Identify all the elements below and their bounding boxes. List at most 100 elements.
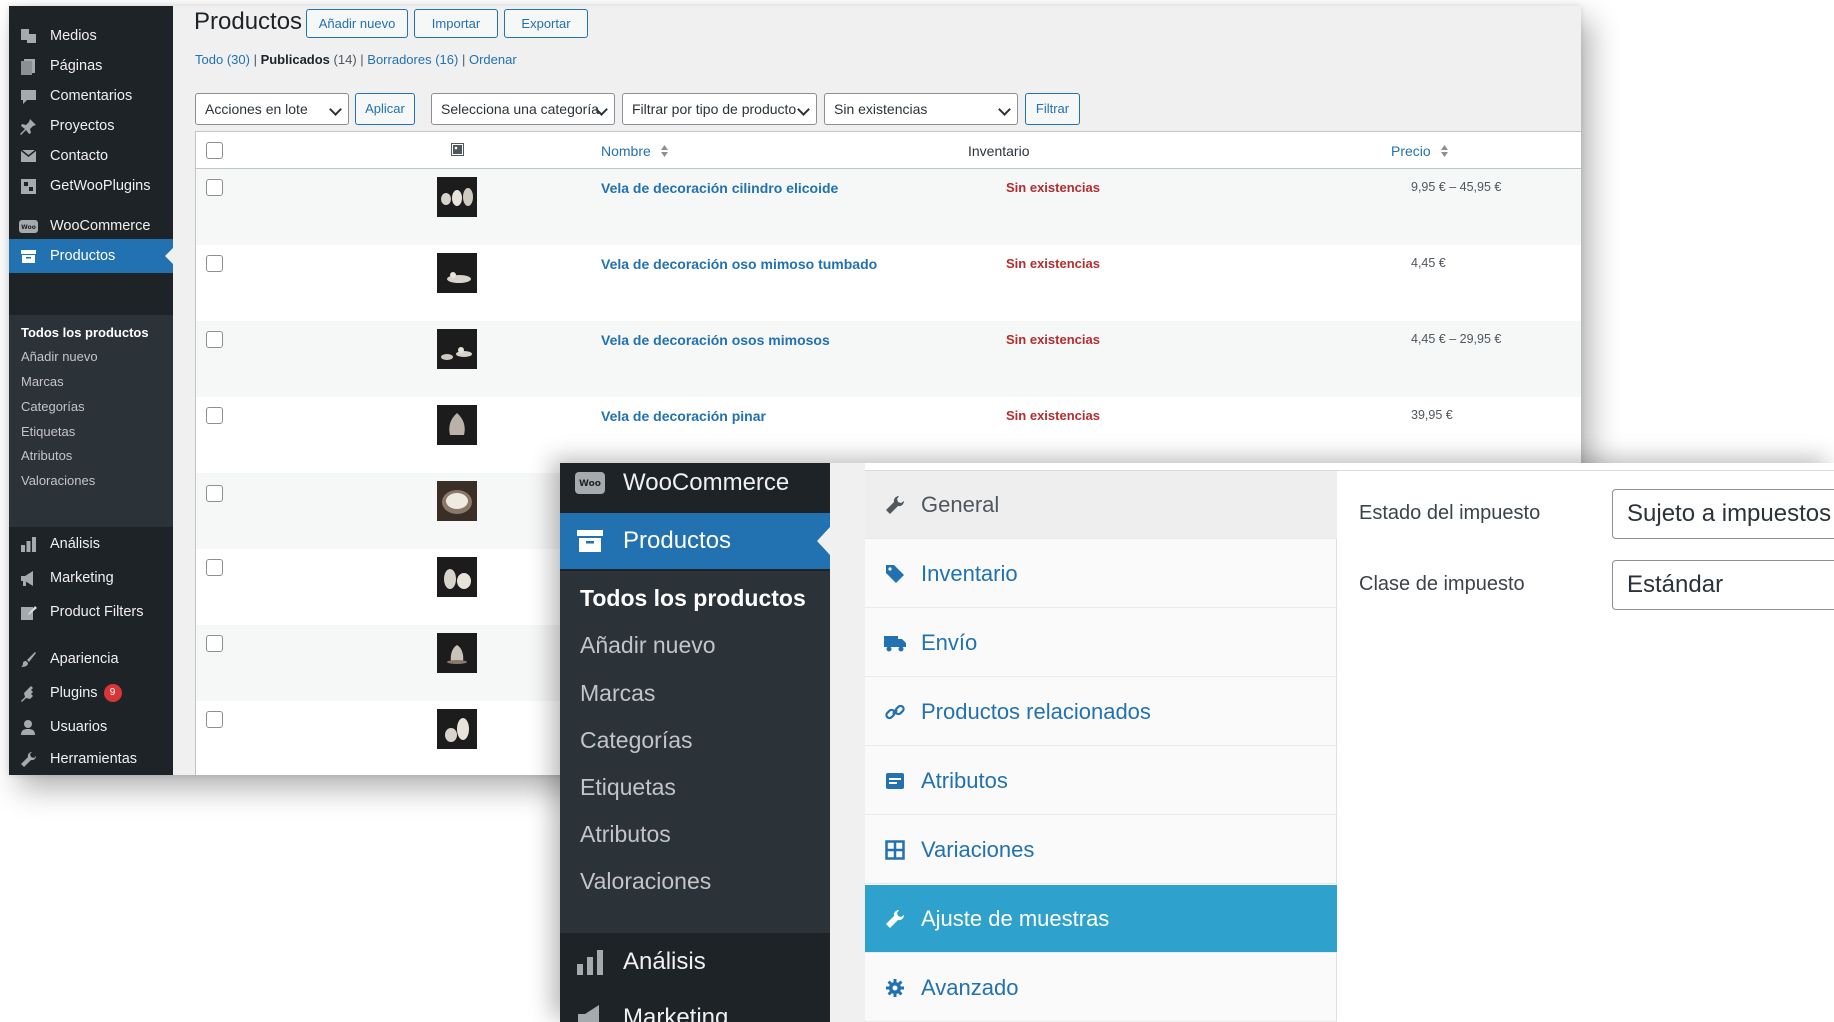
submenu-anadir-nuevo[interactable]: Añadir nuevo: [580, 632, 716, 659]
tab-avanzado[interactable]: Avanzado: [865, 954, 1337, 1022]
view-all-link[interactable]: Todo (30): [195, 52, 250, 67]
sidebar-item-herramientas[interactable]: Herramientas: [9, 742, 173, 775]
tax-status-label: Estado del impuesto: [1359, 502, 1541, 524]
sidebar-item-paginas[interactable]: Páginas: [9, 49, 173, 83]
comment-icon: [18, 87, 38, 105]
select-all-checkbox[interactable]: [206, 142, 223, 159]
sidebar-item-productos[interactable]: Productos: [9, 239, 173, 273]
sidebar-item-product-filters[interactable]: Product Filters: [9, 595, 173, 629]
submenu-etiquetas[interactable]: Etiquetas: [21, 424, 75, 439]
tab-productos-relacionados[interactable]: Productos relacionados: [865, 678, 1337, 746]
submenu-atributos[interactable]: Atributos: [21, 448, 72, 463]
gear-icon: [883, 976, 907, 1000]
import-button[interactable]: Importar: [414, 9, 498, 38]
sidebar-item-productos[interactable]: Productos: [560, 513, 830, 569]
edit-icon: [18, 603, 38, 621]
sidebar-item-proyectos[interactable]: Proyectos: [9, 109, 173, 143]
table-row[interactable]: Vela de decoración pinar Sin existencias…: [196, 397, 1581, 473]
product-name-link[interactable]: Vela de decoración pinar: [601, 408, 766, 424]
submenu-etiquetas[interactable]: Etiquetas: [580, 774, 676, 801]
submenu-categorias[interactable]: Categorías: [21, 399, 85, 414]
submenu-marcas[interactable]: Marcas: [21, 374, 64, 389]
sidebar-item-plugins[interactable]: Plugins 9: [9, 676, 173, 710]
sidebar-item-analisis[interactable]: Análisis: [560, 934, 830, 990]
sidebar-item-label: WooCommerce: [50, 218, 151, 234]
row-checkbox[interactable]: [206, 179, 223, 196]
tab-ajuste-de-muestras[interactable]: Ajuste de muestras: [865, 885, 1337, 953]
table-row[interactable]: Vela de decoración osos mimosos Sin exis…: [196, 321, 1581, 397]
wrench-icon: [883, 493, 907, 517]
product-name-link[interactable]: Vela de decoración oso mimoso tumbado: [601, 256, 877, 272]
row-checkbox[interactable]: [206, 485, 223, 502]
sidebar-item-woocommerce[interactable]: Woo WooCommerce: [560, 463, 830, 511]
row-checkbox[interactable]: [206, 635, 223, 652]
sidebar-item-analisis[interactable]: Análisis: [9, 527, 173, 561]
sidebar-item-woocommerce[interactable]: Woo WooCommerce: [9, 209, 173, 243]
name-column-header[interactable]: Nombre: [601, 143, 669, 161]
apply-button[interactable]: Aplicar: [355, 93, 415, 125]
export-button[interactable]: Exportar: [504, 9, 588, 38]
stock-status: Sin existencias: [1006, 180, 1100, 195]
sidebar-item-comentarios[interactable]: Comentarios: [9, 79, 173, 113]
submenu-atributos[interactable]: Atributos: [580, 821, 671, 848]
submenu-marcas[interactable]: Marcas: [580, 680, 655, 707]
sidebar-item-apariencia[interactable]: Apariencia: [9, 642, 173, 676]
submenu-categorias[interactable]: Categorías: [580, 727, 693, 754]
row-checkbox[interactable]: [206, 331, 223, 348]
tab-envio[interactable]: Envío: [865, 609, 1337, 677]
product-thumbnail[interactable]: [437, 405, 477, 445]
product-thumbnail[interactable]: [437, 481, 477, 521]
submenu-valoraciones[interactable]: Valoraciones: [580, 868, 711, 895]
products-submenu: Todos los productos Añadir nuevo Marcas …: [560, 571, 830, 933]
product-price: 4,45 € – 29,95 €: [1411, 332, 1502, 346]
product-name-link[interactable]: Vela de decoración cilindro elicoide: [601, 180, 838, 196]
tax-status-select[interactable]: Sujeto a impuestos: [1612, 489, 1834, 539]
product-type-select[interactable]: Filtrar por tipo de producto: [622, 93, 817, 125]
submenu-todos-los-productos[interactable]: Todos los productos: [21, 325, 149, 340]
product-thumbnail[interactable]: [437, 253, 477, 293]
product-thumbnail[interactable]: [437, 633, 477, 673]
submenu-anadir-nuevo[interactable]: Añadir nuevo: [21, 349, 98, 364]
sidebar-item-medios[interactable]: Medios: [9, 19, 173, 53]
tab-atributos[interactable]: Atributos: [865, 747, 1337, 815]
sidebar-item-label: Comentarios: [50, 88, 133, 104]
sidebar-item-marketing[interactable]: Marketing: [9, 561, 173, 595]
sort-link[interactable]: Ordenar: [469, 52, 517, 67]
tab-general[interactable]: General: [865, 471, 1337, 539]
submenu-todos-los-productos[interactable]: Todos los productos: [580, 585, 806, 612]
table-row[interactable]: Vela de decoración cilindro elicoide Sin…: [196, 169, 1581, 245]
product-data-tabs: General Inventario Envío Productos relac…: [865, 470, 1337, 1022]
add-new-button[interactable]: Añadir nuevo: [306, 9, 408, 38]
sort-icon: [660, 144, 669, 161]
category-select[interactable]: Selecciona una categoría: [431, 93, 615, 125]
row-checkbox[interactable]: [206, 559, 223, 576]
sidebar-item-label: Plugins: [50, 685, 98, 701]
table-row[interactable]: Vela de decoración oso mimoso tumbado Si…: [196, 245, 1581, 321]
sidebar-item-label: Productos: [50, 248, 116, 264]
product-name-link[interactable]: Vela de decoración osos mimosos: [601, 332, 830, 348]
product-thumbnail[interactable]: [437, 557, 477, 597]
filter-button[interactable]: Filtrar: [1025, 93, 1080, 125]
tab-inventario[interactable]: Inventario: [865, 540, 1337, 608]
product-thumbnail[interactable]: [437, 177, 477, 217]
price-column-header[interactable]: Precio: [1391, 143, 1449, 161]
tax-class-select[interactable]: Estándar: [1612, 560, 1834, 610]
plugin-grid-icon: [18, 177, 38, 195]
stock-status-select[interactable]: Sin existencias: [824, 93, 1018, 125]
sidebar-item-usuarios[interactable]: Usuarios: [9, 710, 173, 744]
tab-variaciones[interactable]: Variaciones: [865, 816, 1337, 884]
view-published-link[interactable]: Publicados (14): [261, 52, 357, 67]
media-icon: [18, 27, 38, 45]
bulk-actions-select[interactable]: Acciones en lote: [195, 93, 349, 125]
sidebar-item-contacto[interactable]: Contacto: [9, 139, 173, 173]
row-checkbox[interactable]: [206, 711, 223, 728]
product-thumbnail[interactable]: [437, 709, 477, 749]
product-thumbnail[interactable]: [437, 329, 477, 369]
sidebar-item-marketing[interactable]: Marketing: [560, 990, 830, 1022]
row-checkbox[interactable]: [206, 255, 223, 272]
sidebar-item-getwooplugins[interactable]: GetWooPlugins: [9, 169, 173, 203]
tab-label: Variaciones: [921, 836, 1035, 862]
row-checkbox[interactable]: [206, 407, 223, 424]
submenu-valoraciones[interactable]: Valoraciones: [21, 473, 95, 488]
view-drafts-link[interactable]: Borradores (16): [367, 52, 458, 67]
